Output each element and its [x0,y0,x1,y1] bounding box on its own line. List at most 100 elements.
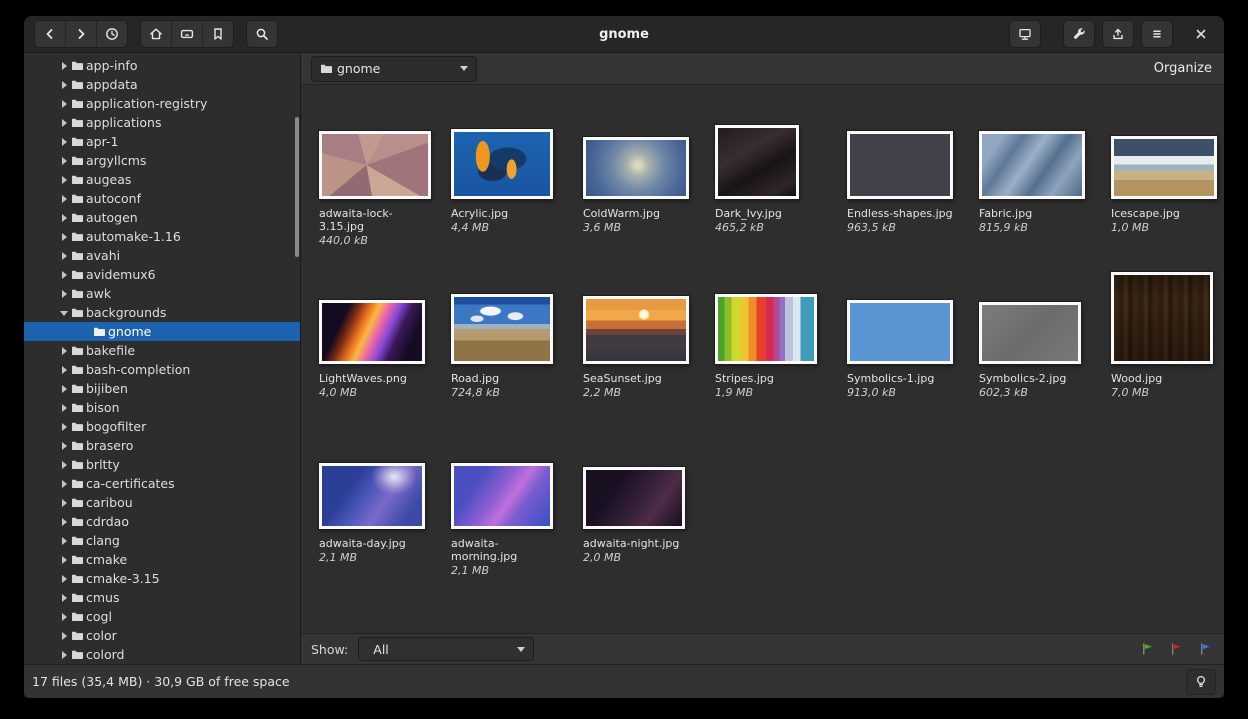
expander-collapsed-icon[interactable] [58,174,71,186]
expander-collapsed-icon[interactable] [58,402,71,414]
expander-collapsed-icon[interactable] [58,79,71,91]
bookmarks-button[interactable] [202,21,233,47]
back-button[interactable] [35,21,65,47]
file-cell[interactable]: Symbolics-2.jpg602,3 kB [979,276,1099,441]
file-cell[interactable]: adwaita-day.jpg2,1 MB [319,441,439,606]
expander-collapsed-icon[interactable] [58,136,71,148]
file-cell[interactable]: ColdWarm.jpg3,6 MB [583,111,703,276]
file-thumbnail[interactable] [1111,136,1217,199]
sidebar-item-autoconf[interactable]: autoconf [24,189,300,208]
location-dropdown[interactable]: gnome [311,56,477,82]
home-button[interactable] [141,21,171,47]
organize-button[interactable]: Organize [1154,61,1212,76]
sidebar-item-automake-1-16[interactable]: automake-1.16 [24,227,300,246]
expander-collapsed-icon[interactable] [58,611,71,623]
sidebar-item-cmake[interactable]: cmake [24,550,300,569]
sidebar-scrollbar[interactable] [295,117,299,257]
expander-collapsed-icon[interactable] [58,193,71,205]
sidebar-item-application-registry[interactable]: application-registry [24,94,300,113]
file-cell[interactable]: Endless-shapes.jpg963,5 kB [847,111,967,276]
presentation-button[interactable] [1009,20,1041,48]
sidebar-item-bogofilter[interactable]: bogofilter [24,417,300,436]
expander-collapsed-icon[interactable] [58,383,71,395]
blue-flag-button[interactable] [1199,642,1212,656]
green-flag-button[interactable] [1141,642,1154,656]
sidebar-item-ca-certificates[interactable]: ca-certificates [24,474,300,493]
export-button[interactable] [1102,20,1134,48]
sidebar-item-caribou[interactable]: caribou [24,493,300,512]
sidebar-item-bijiben[interactable]: bijiben [24,379,300,398]
sidebar-item-applications[interactable]: applications [24,113,300,132]
sidebar-item-argyllcms[interactable]: argyllcms [24,151,300,170]
sidebar-item-augeas[interactable]: augeas [24,170,300,189]
file-cell[interactable]: LightWaves.png4,0 MB [319,276,439,441]
file-cell[interactable]: Acrylic.jpg4,4 MB [451,111,571,276]
search-button[interactable] [246,20,278,48]
expander-collapsed-icon[interactable] [58,497,71,509]
file-thumbnail[interactable] [979,302,1081,364]
tools-button[interactable] [1063,20,1095,48]
file-thumbnail[interactable] [1111,272,1213,364]
forward-button[interactable] [65,21,96,47]
sidebar-item-gnome[interactable]: gnome [24,322,300,341]
file-thumbnail[interactable] [319,131,431,199]
expander-collapsed-icon[interactable] [58,231,71,243]
show-dropdown[interactable]: All [358,637,534,661]
expander-collapsed-icon[interactable] [58,459,71,471]
main-menu-button[interactable] [1141,20,1173,48]
file-thumbnail[interactable] [451,463,553,529]
lightbulb-button[interactable] [1186,669,1216,695]
expander-collapsed-icon[interactable] [58,440,71,452]
expander-collapsed-icon[interactable] [58,592,71,604]
expander-collapsed-icon[interactable] [58,573,71,585]
expander-collapsed-icon[interactable] [58,630,71,642]
expander-collapsed-icon[interactable] [58,212,71,224]
file-thumbnail[interactable] [451,294,553,364]
sidebar-item-cmake-3-15[interactable]: cmake-3.15 [24,569,300,588]
file-cell[interactable]: Icescape.jpg1,0 MB [1111,111,1224,276]
file-thumbnail[interactable] [583,137,689,199]
expander-collapsed-icon[interactable] [58,250,71,262]
file-cell[interactable]: Wood.jpg7,0 MB [1111,276,1224,441]
file-thumbnail[interactable] [583,467,685,529]
file-thumbnail[interactable] [847,300,953,364]
file-cell[interactable]: adwaita-lock-3.15.jpg440,0 kB [319,111,439,276]
sidebar-item-brltty[interactable]: brltty [24,455,300,474]
file-thumbnail[interactable] [319,300,425,364]
expander-collapsed-icon[interactable] [58,60,71,72]
file-cell[interactable]: Fabric.jpg815,9 kB [979,111,1099,276]
file-cell[interactable]: Symbolics-1.jpg913,0 kB [847,276,967,441]
sidebar-item-appdata[interactable]: appdata [24,75,300,94]
file-thumbnail[interactable] [715,125,799,199]
sidebar-item-awk[interactable]: awk [24,284,300,303]
expander-collapsed-icon[interactable] [58,155,71,167]
expander-collapsed-icon[interactable] [58,269,71,281]
file-cell[interactable]: adwaita-morning.jpg2,1 MB [451,441,571,606]
file-cell[interactable]: Stripes.jpg1,9 MB [715,276,835,441]
close-button[interactable] [1188,21,1214,47]
file-cell[interactable]: SeaSunset.jpg2,2 MB [583,276,703,441]
sidebar-item-bakefile[interactable]: bakefile [24,341,300,360]
file-cell[interactable]: Dark_Ivy.jpg465,2 kB [715,111,835,276]
expander-collapsed-icon[interactable] [58,478,71,490]
sidebar-item-apr-1[interactable]: apr-1 [24,132,300,151]
expander-collapsed-icon[interactable] [58,421,71,433]
sidebar-item-cdrdao[interactable]: cdrdao [24,512,300,531]
expander-collapsed-icon[interactable] [58,117,71,129]
sidebar-item-clang[interactable]: clang [24,531,300,550]
sidebar-item-app-info[interactable]: app-info [24,56,300,75]
sidebar-item-colord[interactable]: colord [24,645,300,664]
sidebar-item-bison[interactable]: bison [24,398,300,417]
sidebar-item-cogl[interactable]: cogl [24,607,300,626]
file-cell[interactable]: adwaita-night.jpg2,0 MB [583,441,703,606]
expander-collapsed-icon[interactable] [58,516,71,528]
drives-button[interactable] [171,21,202,47]
red-flag-button[interactable] [1170,642,1183,656]
file-thumbnail[interactable] [451,129,553,199]
expander-collapsed-icon[interactable] [58,554,71,566]
expander-collapsed-icon[interactable] [58,649,71,661]
history-button[interactable] [96,21,127,47]
file-thumbnail[interactable] [583,296,689,364]
file-thumbnail[interactable] [319,463,425,529]
expander-collapsed-icon[interactable] [58,345,71,357]
